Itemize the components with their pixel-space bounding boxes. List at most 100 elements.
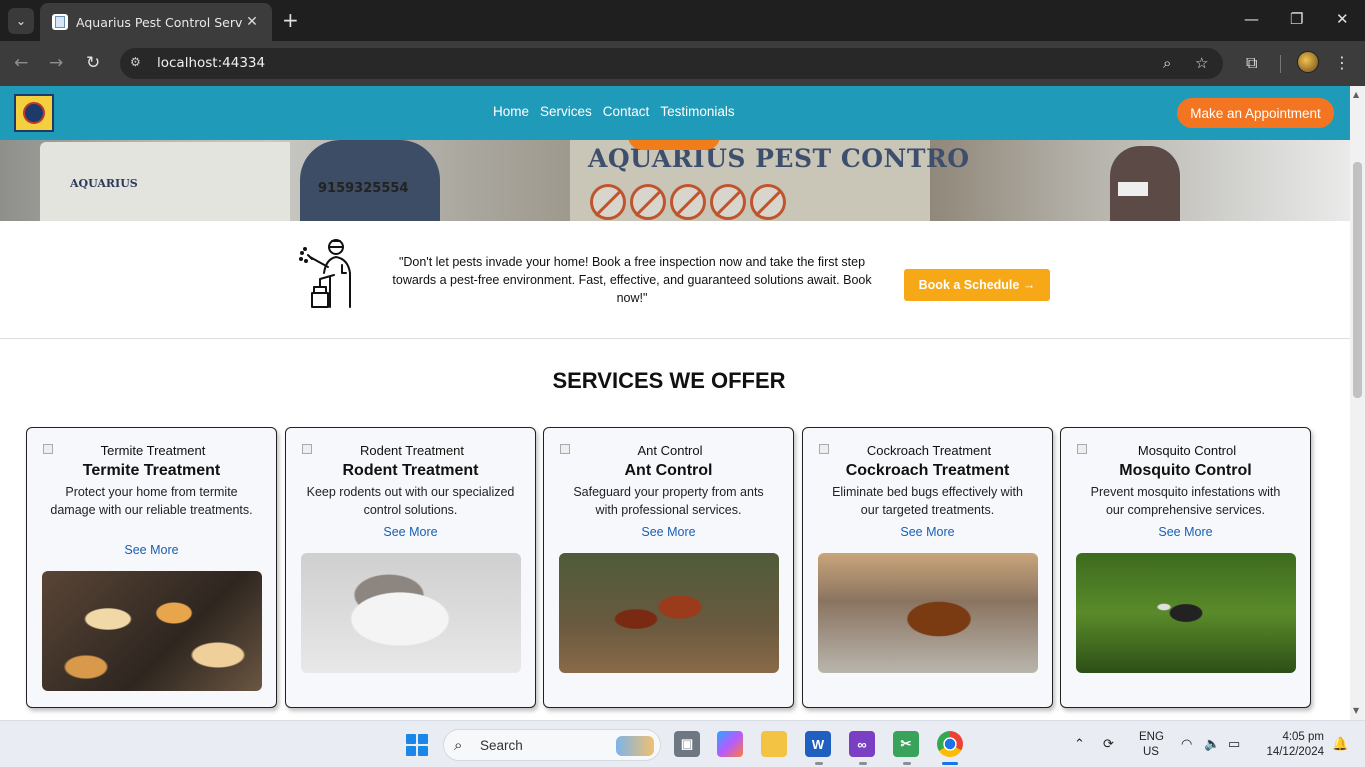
notification-bell-icon[interactable]: 🔔 — [1332, 736, 1348, 752]
service-card-ant: Ant Control Ant Control Safeguard your p… — [543, 427, 794, 708]
scroll-down-icon[interactable]: ▼ — [1353, 706, 1359, 715]
card-title: Ant Control — [624, 462, 713, 479]
tab-search-chevron-icon[interactable]: ⌄ — [8, 8, 34, 34]
word-icon[interactable]: W — [805, 731, 831, 757]
clock-date: 14/12/2024 — [1266, 746, 1324, 758]
card-image-alt: Ant Control — [637, 443, 703, 458]
cta-section: "Don't let pests invade your home! Book … — [0, 221, 1350, 339]
task-view-icon[interactable]: ▣ — [674, 731, 700, 757]
wifi-icon[interactable]: ◠ — [1181, 736, 1192, 752]
scroll-up-icon[interactable]: ▲ — [1353, 90, 1359, 99]
visual-studio-icon[interactable]: ∞ — [849, 731, 875, 757]
address-bar[interactable]: ⚙ localhost:44334 ⌕ ☆ — [120, 48, 1223, 79]
profile-avatar[interactable] — [1297, 51, 1319, 73]
new-tab-plus-icon[interactable]: + — [282, 9, 299, 31]
see-more-link[interactable]: See More — [1061, 525, 1310, 539]
chrome-active-indicator — [942, 762, 958, 765]
card-description: Protect your home from termite damage wi… — [50, 485, 253, 517]
browser-toolbar: ← → ↻ ⚙ localhost:44334 ⌕ ☆ ⧉ ⋮ — [0, 41, 1365, 86]
tab-title: Aquarius Pest Control Services — [76, 14, 242, 30]
see-more-link[interactable]: See More — [544, 525, 793, 539]
page-favicon-icon — [52, 14, 68, 30]
ant-photo — [559, 553, 779, 673]
card-image-alt: Termite Treatment — [100, 443, 206, 458]
service-card-mosquito: Mosquito Control Mosquito Control Preven… — [1060, 427, 1311, 708]
card-image-alt: Cockroach Treatment — [866, 443, 992, 458]
see-more-link[interactable]: See More — [27, 543, 276, 557]
card-description: Safeguard your property from ants with p… — [573, 485, 764, 517]
back-arrow-icon[interactable]: ← — [14, 52, 28, 74]
zoom-icon[interactable]: ⌕ — [1163, 54, 1171, 72]
restore-icon[interactable]: ❐ — [1290, 10, 1303, 28]
page-scrollbar[interactable]: ▲ ▼ — [1350, 86, 1365, 720]
tab-close-icon[interactable]: ✕ — [242, 14, 262, 30]
lang-line1: ENG — [1139, 731, 1164, 743]
card-title: Cockroach Treatment — [845, 462, 1010, 479]
card-title: Termite Treatment — [82, 462, 221, 479]
nav-link-home[interactable]: Home — [493, 104, 529, 119]
chrome-icon[interactable] — [937, 731, 963, 757]
forward-arrow-icon[interactable]: → — [49, 52, 63, 74]
card-description: Prevent mosquito infestations with our c… — [1090, 485, 1281, 517]
site-info-icon[interactable]: ⚙ — [130, 55, 141, 69]
site-navbar: Home Services Contact Testimonials Make … — [0, 86, 1350, 140]
cockroach-photo — [818, 553, 1038, 673]
volume-icon[interactable]: 🔈 — [1204, 736, 1220, 752]
window-close-icon[interactable]: ✕ — [1336, 10, 1349, 28]
reload-icon[interactable]: ↻ — [86, 52, 100, 74]
prohibition-icon — [630, 184, 666, 220]
search-label: Search — [480, 738, 523, 753]
service-card-termite: Termite Treatment Termite Treatment Prot… — [26, 427, 277, 708]
bookmark-star-icon[interactable]: ☆ — [1195, 54, 1208, 72]
browser-tab[interactable]: Aquarius Pest Control Services ✕ — [40, 3, 272, 41]
search-icon: ⌕ — [454, 736, 463, 754]
snipping-tool-icon[interactable]: ✂ — [893, 731, 919, 757]
card-title: Mosquito Control — [1119, 462, 1252, 479]
windows-start-icon[interactable] — [406, 734, 428, 756]
pest-sprayer-icon — [299, 239, 351, 308]
url-text[interactable]: localhost:44334 — [157, 55, 265, 71]
browser-tab-bar: ⌄ Aquarius Pest Control Services ✕ + — ❐… — [0, 0, 1365, 41]
prohibition-icon — [750, 184, 786, 220]
service-card-cockroach: Cockroach Treatment Cockroach Treatment … — [802, 427, 1053, 708]
prohibition-icon — [590, 184, 626, 220]
minimize-icon[interactable]: — — [1244, 10, 1259, 28]
rodent-photo — [301, 553, 521, 673]
site-logo[interactable] — [14, 94, 54, 132]
nav-link-testimonials[interactable]: Testimonials — [660, 104, 734, 119]
mosquito-photo — [1076, 553, 1296, 673]
scroll-thumb[interactable] — [1353, 162, 1362, 398]
file-explorer-icon[interactable] — [761, 731, 787, 757]
browser-menu-icon[interactable]: ⋮ — [1334, 53, 1350, 72]
logo-emblem — [23, 102, 45, 124]
nav-links: Home Services Contact Testimonials — [493, 104, 735, 119]
battery-icon[interactable]: ▭ — [1228, 736, 1240, 752]
cta-text: "Don't let pests invade your home! Book … — [392, 255, 872, 305]
sync-icon[interactable]: ⟳ — [1103, 736, 1114, 752]
copilot-icon[interactable] — [717, 731, 743, 757]
extensions-puzzle-icon[interactable]: ⧉ — [1246, 53, 1257, 73]
make-appointment-button[interactable]: Make an Appointment — [1177, 98, 1334, 128]
search-highlight-icon — [616, 736, 654, 756]
card-description: Keep rodents out with our specialized co… — [306, 485, 515, 517]
hero-phone-text: 9159325554 — [318, 181, 409, 196]
nav-link-contact[interactable]: Contact — [603, 104, 650, 119]
hero-plate — [1118, 182, 1148, 196]
card-description: Eliminate bed bugs effectively with our … — [832, 485, 1023, 517]
word-running-indicator — [815, 762, 823, 765]
nav-link-services[interactable]: Services — [540, 104, 592, 119]
taskbar-clock[interactable]: 4:05 pm 14/12/2024 — [1256, 730, 1324, 760]
taskbar-search[interactable]: ⌕ Search — [443, 729, 661, 761]
tray-overflow-chevron-icon[interactable]: ⌃ — [1074, 736, 1085, 752]
card-title: Rodent Treatment — [342, 462, 479, 479]
see-more-link[interactable]: See More — [803, 525, 1052, 539]
hero-prohibition-icons — [590, 184, 786, 220]
language-indicator[interactable]: ENG US — [1139, 730, 1164, 760]
page-viewport: AQUARIUS 9159325554 AQUARIUS PEST CONTRO… — [0, 86, 1350, 720]
lang-line2: US — [1143, 746, 1159, 758]
termite-photo — [42, 571, 262, 691]
card-image-alt: Rodent Treatment — [359, 443, 465, 458]
see-more-link[interactable]: See More — [286, 525, 535, 539]
services-heading: SERVICES WE OFFER — [552, 368, 786, 393]
book-schedule-button[interactable]: Book a Schedule → — [904, 269, 1050, 301]
